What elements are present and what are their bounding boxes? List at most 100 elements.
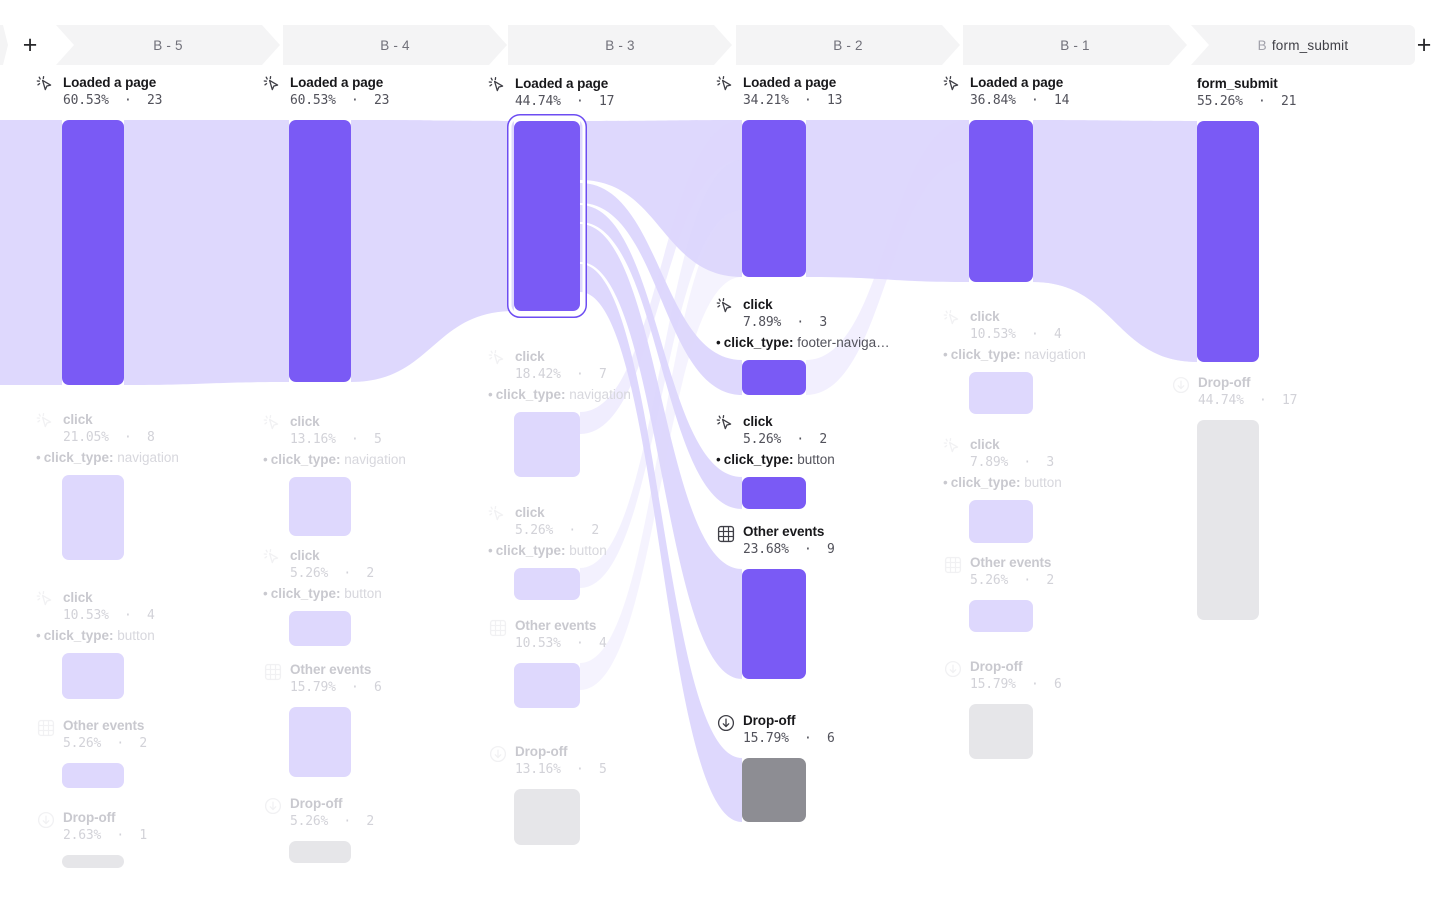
sankey-node-bar[interactable]: [289, 841, 351, 863]
node-title: Drop-off: [515, 744, 568, 759]
sankey-node-bar[interactable]: [969, 704, 1033, 759]
step-tab-prefix: B: [1257, 37, 1267, 53]
cursor-click-icon: [716, 75, 732, 91]
cursor-click-icon: [716, 414, 732, 430]
cursor-click-icon: [488, 505, 508, 525]
bullet-icon: •: [943, 475, 948, 490]
sankey-node-label[interactable]: click 10.53% · 4 • click_type: navigation: [943, 308, 1086, 364]
sankey-node-bar[interactable]: [742, 569, 806, 679]
sankey-node-label[interactable]: Loaded a page 36.84% · 14: [943, 74, 1069, 111]
sankey-node-label[interactable]: click 18.42% · 7 • click_type: navigation: [488, 348, 631, 404]
node-label-row: click 7.89% · 3: [716, 296, 890, 333]
sankey-node-bar[interactable]: [742, 477, 806, 509]
sankey-link[interactable]: [351, 120, 514, 256]
sankey-node-bar[interactable]: [514, 789, 580, 845]
node-count: 6: [826, 731, 835, 746]
node-label-row: click 10.53% · 4: [943, 308, 1086, 345]
node-count: 8: [146, 430, 155, 445]
sankey-node-label[interactable]: click 5.26% · 2 • click_type: button: [263, 547, 382, 603]
dropoff-icon: [1172, 376, 1190, 394]
sankey-node-bar[interactable]: [62, 120, 124, 385]
sankey-node-label[interactable]: Other events 10.53% · 4: [488, 617, 607, 654]
step-tab-label: B - 1: [1060, 37, 1090, 53]
sankey-node-label[interactable]: click 5.26% · 2 • click_type: button: [716, 413, 835, 469]
sankey-node-label[interactable]: Loaded a page 44.74% · 17: [488, 75, 614, 112]
sankey-node-label[interactable]: Other events 15.79% · 6: [263, 661, 382, 698]
sankey-node-label[interactable]: Loaded a page 60.53% · 23: [36, 74, 162, 111]
sankey-node-bar[interactable]: [742, 758, 806, 822]
sankey-node-bar[interactable]: [514, 568, 580, 600]
node-stat-separator: ·: [116, 736, 125, 751]
sankey-node-label[interactable]: click 10.53% · 4 • click_type: button: [36, 589, 155, 645]
sankey-node-label[interactable]: click 21.05% · 8 • click_type: navigation: [36, 411, 179, 467]
sankey-node-label[interactable]: click 5.26% · 2 • click_type: button: [488, 504, 607, 560]
node-stat-separator: ·: [351, 680, 359, 695]
node-stat-separator: ·: [1259, 393, 1267, 408]
step-tab-3[interactable]: B - 3: [508, 25, 732, 65]
step-tab-5[interactable]: B - 1: [963, 25, 1187, 65]
sankey-node-bar[interactable]: [969, 372, 1033, 414]
node-label-row: click 10.53% · 4: [36, 589, 155, 626]
cursor-click-icon: [263, 548, 279, 564]
node-stat-separator: ·: [343, 566, 352, 581]
sankey-node-label[interactable]: Other events 23.68% · 9: [716, 523, 835, 560]
sankey-node-label[interactable]: Drop-off 5.26% · 2: [263, 795, 374, 832]
sankey-link[interactable]: [0, 119, 62, 386]
node-label-text: Other events 10.53% · 4: [515, 617, 607, 654]
node-stat-separator: ·: [576, 762, 584, 777]
sankey-node-bar[interactable]: [742, 360, 806, 395]
node-label-row: Other events 5.26% · 2: [943, 554, 1054, 591]
node-stat-separator: ·: [576, 636, 584, 651]
sankey-node-bar[interactable]: [1197, 420, 1259, 620]
sankey-node-label[interactable]: Drop-off 13.16% · 5: [488, 743, 607, 780]
sankey-node-bar[interactable]: [514, 663, 580, 708]
node-stat: 13.16% · 5: [290, 430, 382, 450]
step-tab-4[interactable]: B - 2: [736, 25, 960, 65]
sankey-node-label[interactable]: Drop-off 2.63% · 1: [36, 809, 147, 846]
sankey-node-label[interactable]: Other events 5.26% · 2: [943, 554, 1054, 591]
node-title: form_submit: [1197, 76, 1278, 91]
sankey-node-label[interactable]: click 7.89% · 3 • click_type: footer-naviga…: [716, 296, 890, 352]
sankey-node-bar[interactable]: [514, 121, 580, 311]
node-title: Drop-off: [290, 796, 343, 811]
sankey-node-bar[interactable]: [289, 611, 351, 646]
sankey-node-bar[interactable]: [62, 653, 124, 699]
node-stat: 60.53% · 23: [63, 91, 162, 111]
node-percent: 5.26%: [63, 736, 102, 751]
sankey-node-bar[interactable]: [969, 120, 1033, 282]
node-label-text: Loaded a page 60.53% · 23: [290, 74, 389, 111]
node-label-row: click 5.26% · 2: [263, 547, 382, 584]
node-percent: 15.79%: [743, 731, 789, 746]
step-tab-6[interactable]: Bform_submit: [1191, 25, 1415, 65]
sankey-node-bar[interactable]: [62, 763, 124, 788]
step-tab-2[interactable]: B - 4: [283, 25, 507, 65]
sankey-node-label[interactable]: Loaded a page 60.53% · 23: [263, 74, 389, 111]
sankey-node-bar[interactable]: [289, 477, 351, 536]
node-percent: 5.26%: [290, 566, 329, 581]
sankey-node-bar[interactable]: [289, 707, 351, 777]
sankey-node-label[interactable]: Drop-off 15.79% · 6: [716, 712, 835, 749]
step-tab-1[interactable]: B - 5: [56, 25, 280, 65]
sankey-node-bar[interactable]: [1197, 121, 1259, 362]
sankey-node-bar[interactable]: [289, 120, 351, 382]
node-stat-separator: ·: [804, 731, 812, 746]
cursor-click-icon: [716, 414, 736, 434]
sankey-node-bar[interactable]: [969, 600, 1033, 632]
sankey-node-label[interactable]: Drop-off 15.79% · 6: [943, 658, 1062, 695]
sankey-node-label[interactable]: click 13.16% · 5 • click_type: navigation: [263, 413, 406, 469]
node-title: Loaded a page: [743, 75, 837, 90]
sankey-node-label[interactable]: Loaded a page 34.21% · 13: [716, 74, 842, 111]
sankey-node-bar[interactable]: [969, 500, 1033, 543]
sankey-node-label[interactable]: click 7.89% · 3 • click_type: button: [943, 436, 1062, 492]
sankey-node-bar[interactable]: [514, 412, 580, 477]
sankey-link[interactable]: [124, 120, 289, 256]
sankey-node-label[interactable]: Drop-off 44.74% · 17: [1171, 374, 1297, 411]
sankey-node-label[interactable]: Other events 5.26% · 2: [36, 717, 147, 754]
sankey-node-bar[interactable]: [62, 855, 124, 868]
node-property-key: click_type:: [495, 387, 566, 402]
node-stat: 10.53% · 4: [515, 634, 607, 654]
node-title: click: [515, 349, 545, 364]
sankey-node-label[interactable]: form_submit 55.26% · 21: [1197, 75, 1296, 112]
sankey-node-bar[interactable]: [62, 475, 124, 560]
sankey-node-bar[interactable]: [742, 120, 806, 277]
